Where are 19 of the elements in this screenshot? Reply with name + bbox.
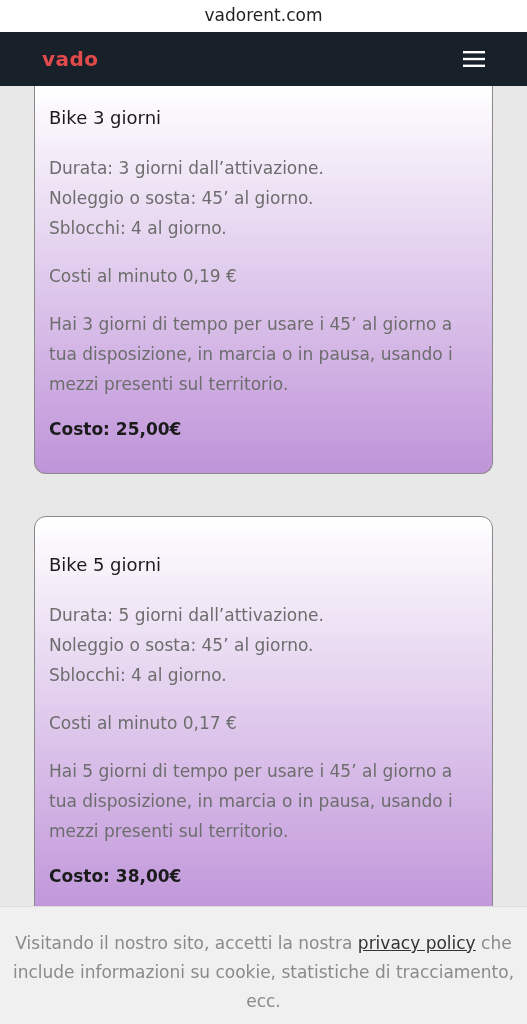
- plan-price: Costo: 38,00€: [49, 864, 183, 888]
- plan-description: Hai 5 giorni di tempo per usare i 45’ al giorno a tua disposizione, in marcia o in pausa, usando i mezzi presenti sul territorio.: [49, 759, 454, 843]
- plan-detail: Noleggio o sosta: 45’ al giorno.: [49, 187, 315, 210]
- plan-title: Bike 3 giorni: [49, 106, 163, 130]
- plan-price: Costo: 25,00€: [49, 418, 183, 441]
- plan-title: Bike 5 giorni: [49, 552, 163, 577]
- minute-cost: Costi al minuto 0,19 €: [49, 265, 238, 288]
- menu-icon[interactable]: [463, 51, 485, 67]
- browser-address[interactable]: vadorent.com: [204, 3, 323, 29]
- plan-detail: Durata: 5 giorni dall’attivazione.: [49, 603, 325, 627]
- plan-detail: Noleggio o sosta: 45’ al giorno.: [49, 633, 315, 657]
- plan-detail: Sblocchi: 4 al giorno.: [49, 663, 228, 687]
- privacy-policy-link[interactable]: privacy policy: [357, 933, 476, 953]
- plan-detail: Sblocchi: 4 al giorno.: [49, 217, 228, 240]
- minute-cost: Costi al minuto 0,17 €: [49, 711, 238, 735]
- logo[interactable]: vado: [42, 44, 99, 74]
- plan-description: Hai 3 giorni di tempo per usare i 45’ al giorno a tua disposizione, in marcia o in pausa, usando i mezzi presenti sul territorio.: [49, 313, 454, 396]
- cookie-notice: Visitando il nostro sito, accetti la nostra privacy policy che include informazioni su cookie, statistiche di tracciamento, ecc.: [11, 932, 516, 1013]
- plan-detail: Durata: 3 giorni dall’attivazione.: [49, 157, 325, 180]
